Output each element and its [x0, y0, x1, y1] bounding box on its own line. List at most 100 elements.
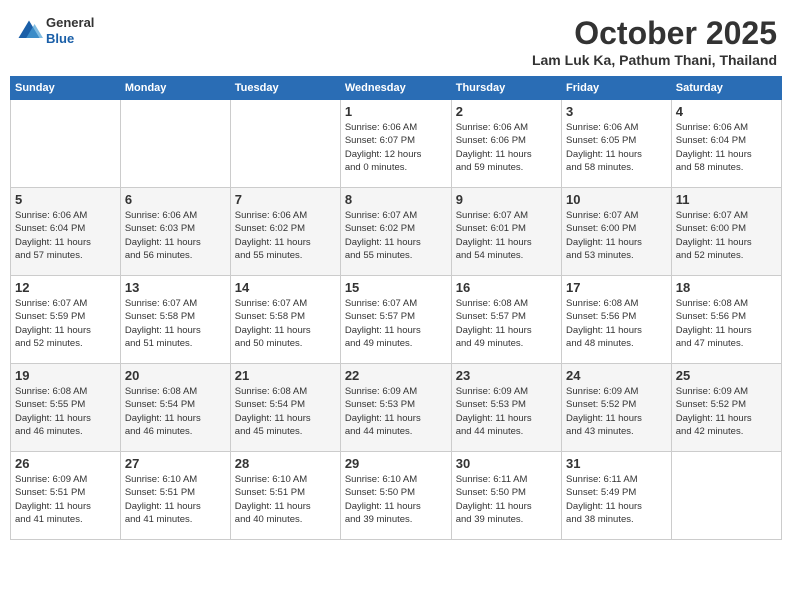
day-cell	[11, 100, 121, 188]
day-info: Sunrise: 6:06 AMSunset: 6:02 PMDaylight:…	[235, 209, 336, 262]
day-number: 25	[676, 368, 777, 383]
day-number: 22	[345, 368, 447, 383]
day-info: Sunrise: 6:06 AMSunset: 6:05 PMDaylight:…	[566, 121, 667, 174]
day-number: 26	[15, 456, 116, 471]
day-cell: 6Sunrise: 6:06 AMSunset: 6:03 PMDaylight…	[120, 188, 230, 276]
day-info: Sunrise: 6:08 AMSunset: 5:57 PMDaylight:…	[456, 297, 557, 350]
title-block: October 2025 Lam Luk Ka, Pathum Thani, T…	[532, 15, 777, 68]
calendar-header: SundayMondayTuesdayWednesdayThursdayFrid…	[11, 77, 782, 100]
day-number: 21	[235, 368, 336, 383]
day-cell: 15 Sunrise: 6:07 AMSunset: 5:57 PMDayligh…	[340, 276, 451, 364]
day-cell: 13Sunrise: 6:07 AMSunset: 5:58 PMDayligh…	[120, 276, 230, 364]
day-cell: 21 Sunrise: 6:08 AMSunset: 5:54 PMDayligh…	[230, 364, 340, 452]
day-info: Sunrise: 6:07 AMSunset: 5:58 PMDaylight:…	[235, 297, 336, 350]
day-cell: 11Sunrise: 6:07 AMSunset: 6:00 PMDayligh…	[671, 188, 781, 276]
day-info: Sunrise: 6:09 AMSunset: 5:52 PMDaylight:…	[566, 385, 667, 438]
day-cell: 16 Sunrise: 6:08 AMSunset: 5:57 PMDayligh…	[451, 276, 561, 364]
day-cell: 19Sunrise: 6:08 AMSunset: 5:55 PMDayligh…	[11, 364, 121, 452]
day-number: 2	[456, 104, 557, 119]
day-number: 14	[235, 280, 336, 295]
day-number: 16	[456, 280, 557, 295]
day-number: 15	[345, 280, 447, 295]
day-cell: 2 Sunrise: 6:06 AMSunset: 6:06 PMDaylight…	[451, 100, 561, 188]
day-info: Sunrise: 6:10 AMSunset: 5:50 PMDaylight:…	[345, 473, 447, 526]
month-title: October 2025	[532, 15, 777, 52]
day-number: 3	[566, 104, 667, 119]
day-info: Sunrise: 6:08 AMSunset: 5:55 PMDaylight:…	[15, 385, 116, 438]
week-row-1: 1 Sunrise: 6:06 AMSunset: 6:07 PMDaylight…	[11, 100, 782, 188]
day-number: 10	[566, 192, 667, 207]
calendar-body: 1 Sunrise: 6:06 AMSunset: 6:07 PMDaylight…	[11, 100, 782, 540]
day-info: Sunrise: 6:06 AMSunset: 6:04 PMDaylight:…	[15, 209, 116, 262]
day-number: 12	[15, 280, 116, 295]
day-cell: 20Sunrise: 6:08 AMSunset: 5:54 PMDayligh…	[120, 364, 230, 452]
header-day-monday: Monday	[120, 77, 230, 100]
day-number: 11	[676, 192, 777, 207]
day-number: 29	[345, 456, 447, 471]
day-cell: 27 Sunrise: 6:10 AMSunset: 5:51 PMDayligh…	[120, 452, 230, 540]
day-info: Sunrise: 6:07 AMSunset: 5:59 PMDaylight:…	[15, 297, 116, 350]
day-cell: 18Sunrise: 6:08 AMSunset: 5:56 PMDayligh…	[671, 276, 781, 364]
day-info: Sunrise: 6:07 AMSunset: 6:00 PMDaylight:…	[566, 209, 667, 262]
header-day-saturday: Saturday	[671, 77, 781, 100]
day-number: 7	[235, 192, 336, 207]
day-number: 31	[566, 456, 667, 471]
day-cell: 29 Sunrise: 6:10 AMSunset: 5:50 PMDayligh…	[340, 452, 451, 540]
logo-text: General Blue	[46, 15, 94, 46]
day-cell: 1 Sunrise: 6:06 AMSunset: 6:07 PMDaylight…	[340, 100, 451, 188]
day-cell: 5 Sunrise: 6:06 AMSunset: 6:04 PMDaylight…	[11, 188, 121, 276]
day-info: Sunrise: 6:09 AMSunset: 5:52 PMDaylight:…	[676, 385, 777, 438]
week-row-4: 19Sunrise: 6:08 AMSunset: 5:55 PMDayligh…	[11, 364, 782, 452]
day-info: Sunrise: 6:10 AMSunset: 5:51 PMDaylight:…	[125, 473, 226, 526]
day-cell: 9Sunrise: 6:07 AMSunset: 6:01 PMDaylight…	[451, 188, 561, 276]
header-row: SundayMondayTuesdayWednesdayThursdayFrid…	[11, 77, 782, 100]
week-row-5: 26Sunrise: 6:09 AMSunset: 5:51 PMDayligh…	[11, 452, 782, 540]
day-cell	[120, 100, 230, 188]
day-number: 23	[456, 368, 557, 383]
day-number: 30	[456, 456, 557, 471]
calendar-table: SundayMondayTuesdayWednesdayThursdayFrid…	[10, 76, 782, 540]
week-row-3: 12 Sunrise: 6:07 AMSunset: 5:59 PMDayligh…	[11, 276, 782, 364]
day-info: Sunrise: 6:07 AMSunset: 6:01 PMDaylight:…	[456, 209, 557, 262]
day-cell: 30 Sunrise: 6:11 AMSunset: 5:50 PMDayligh…	[451, 452, 561, 540]
day-number: 1	[345, 104, 447, 119]
day-info: Sunrise: 6:06 AMSunset: 6:04 PMDaylight:…	[676, 121, 777, 174]
day-cell: 17 Sunrise: 6:08 AMSunset: 5:56 PMDayligh…	[562, 276, 672, 364]
day-info: Sunrise: 6:06 AMSunset: 6:07 PMDaylight:…	[345, 121, 447, 174]
day-cell: 3 Sunrise: 6:06 AMSunset: 6:05 PMDaylight…	[562, 100, 672, 188]
day-cell: 31Sunrise: 6:11 AMSunset: 5:49 PMDayligh…	[562, 452, 672, 540]
day-cell	[671, 452, 781, 540]
logo-icon	[15, 17, 43, 45]
day-cell: 28Sunrise: 6:10 AMSunset: 5:51 PMDayligh…	[230, 452, 340, 540]
header-day-thursday: Thursday	[451, 77, 561, 100]
day-number: 5	[15, 192, 116, 207]
day-info: Sunrise: 6:06 AMSunset: 6:03 PMDaylight:…	[125, 209, 226, 262]
day-cell: 14 Sunrise: 6:07 AMSunset: 5:58 PMDayligh…	[230, 276, 340, 364]
logo-general: General	[46, 15, 94, 31]
logo: General Blue	[15, 15, 94, 46]
week-row-2: 5 Sunrise: 6:06 AMSunset: 6:04 PMDaylight…	[11, 188, 782, 276]
day-cell: 7 Sunrise: 6:06 AMSunset: 6:02 PMDaylight…	[230, 188, 340, 276]
day-cell: 4Sunrise: 6:06 AMSunset: 6:04 PMDaylight…	[671, 100, 781, 188]
header-day-wednesday: Wednesday	[340, 77, 451, 100]
day-info: Sunrise: 6:09 AMSunset: 5:53 PMDaylight:…	[345, 385, 447, 438]
day-cell: 23 Sunrise: 6:09 AMSunset: 5:53 PMDayligh…	[451, 364, 561, 452]
day-cell: 8Sunrise: 6:07 AMSunset: 6:02 PMDaylight…	[340, 188, 451, 276]
day-cell: 25 Sunrise: 6:09 AMSunset: 5:52 PMDayligh…	[671, 364, 781, 452]
day-number: 27	[125, 456, 226, 471]
header-day-friday: Friday	[562, 77, 672, 100]
logo-blue: Blue	[46, 31, 94, 47]
day-info: Sunrise: 6:07 AMSunset: 5:57 PMDaylight:…	[345, 297, 447, 350]
day-info: Sunrise: 6:07 AMSunset: 5:58 PMDaylight:…	[125, 297, 226, 350]
day-cell: 12 Sunrise: 6:07 AMSunset: 5:59 PMDayligh…	[11, 276, 121, 364]
day-cell: 22 Sunrise: 6:09 AMSunset: 5:53 PMDayligh…	[340, 364, 451, 452]
day-info: Sunrise: 6:08 AMSunset: 5:54 PMDaylight:…	[125, 385, 226, 438]
day-info: Sunrise: 6:10 AMSunset: 5:51 PMDaylight:…	[235, 473, 336, 526]
day-info: Sunrise: 6:11 AMSunset: 5:50 PMDaylight:…	[456, 473, 557, 526]
header-day-sunday: Sunday	[11, 77, 121, 100]
day-number: 17	[566, 280, 667, 295]
day-info: Sunrise: 6:09 AMSunset: 5:53 PMDaylight:…	[456, 385, 557, 438]
day-info: Sunrise: 6:08 AMSunset: 5:56 PMDaylight:…	[566, 297, 667, 350]
day-info: Sunrise: 6:06 AMSunset: 6:06 PMDaylight:…	[456, 121, 557, 174]
day-info: Sunrise: 6:08 AMSunset: 5:54 PMDaylight:…	[235, 385, 336, 438]
